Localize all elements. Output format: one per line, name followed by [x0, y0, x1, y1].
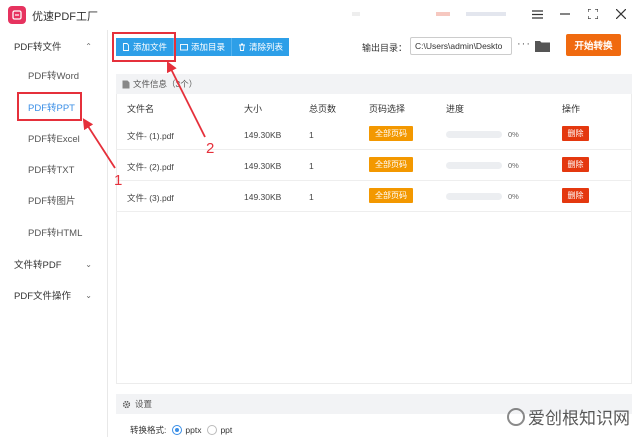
start-convert-button[interactable]: 开始转换	[566, 34, 621, 56]
column-header: 大小	[244, 104, 263, 114]
delete-button[interactable]: 删除	[562, 126, 589, 141]
sidebar-group-file-to-pdf[interactable]: 文件转PDF ⌄	[0, 253, 108, 275]
open-folder-icon[interactable]	[535, 39, 550, 52]
radio-pptx[interactable]	[172, 425, 183, 435]
radio-ppt-label[interactable]: ppt	[220, 425, 232, 435]
add-folder-button[interactable]: 添加目录	[174, 38, 233, 56]
file-size: 149.30KB	[244, 130, 282, 140]
maximize-icon[interactable]	[586, 6, 600, 22]
page-select-button[interactable]: 全部页码	[369, 126, 413, 141]
folder-icon	[180, 44, 188, 51]
delete-button[interactable]: 删除	[562, 188, 589, 203]
title-decoration	[352, 12, 360, 16]
chevron-down-icon: ⌄	[85, 259, 92, 269]
watermark-logo-icon	[507, 407, 525, 426]
annotation-highlight-box	[112, 32, 176, 62]
progress-bar	[446, 162, 502, 169]
table-row[interactable]: 文件- (2).pdf 149.30KB 1 全部页码 0% 删除	[116, 151, 632, 181]
sidebar-item-label: PDF转图片	[28, 196, 76, 207]
trash-icon	[239, 43, 246, 51]
sidebar-group-pdf-to-file[interactable]: PDF转文件 ⌃	[0, 35, 108, 57]
file-size: 149.30KB	[244, 161, 282, 171]
sidebar-item-label: PDF转TXT	[28, 165, 75, 176]
clear-list-label: 清除列表	[249, 42, 284, 52]
format-selector: 转换格式: pptx ppt	[130, 424, 232, 436]
annotation-highlight-box	[17, 92, 82, 121]
title-decoration	[436, 12, 450, 16]
format-label: 转换格式:	[130, 425, 167, 435]
sidebar-item-pdf-to-image[interactable]: PDF转图片	[0, 189, 108, 211]
sidebar-item-pdf-to-txt[interactable]: PDF转TXT	[0, 158, 108, 180]
page-select-button[interactable]: 全部页码	[369, 157, 413, 172]
annotation-step-1: 1	[114, 172, 123, 189]
settings-label: 设置	[135, 399, 153, 409]
table-row[interactable]: 文件- (3).pdf 149.30KB 1 全部页码 0% 删除	[116, 182, 632, 212]
close-icon[interactable]	[614, 6, 628, 22]
progress-percent: 0%	[508, 192, 519, 201]
table-header: 文件名 大小 总页数 页码选择 进度 操作	[116, 96, 632, 118]
document-icon	[122, 80, 130, 88]
file-name: 文件- (1).pdf	[127, 131, 174, 141]
sidebar-group-pdf-operations[interactable]: PDF文件操作 ⌄	[0, 284, 108, 306]
app-title: 优速PDF工厂	[32, 11, 98, 23]
page-count: 1	[309, 161, 314, 171]
page-count: 1	[309, 130, 314, 140]
file-info-label: 文件信息（3个）	[133, 79, 198, 89]
sidebar-group-label: PDF文件操作	[14, 291, 72, 302]
radio-pptx-label[interactable]: pptx	[185, 425, 201, 435]
annotation-step-2: 2	[206, 140, 215, 157]
column-header: 总页数	[309, 104, 337, 114]
output-dir-label: 输出目录：	[362, 43, 408, 53]
column-header: 操作	[562, 104, 581, 114]
delete-button[interactable]: 删除	[562, 157, 589, 172]
watermark-text: 爱创根知识网	[528, 409, 630, 428]
title-bar: 优速PDF工厂	[0, 0, 640, 30]
file-name: 文件- (2).pdf	[127, 162, 174, 172]
sidebar-item-pdf-to-html[interactable]: PDF转HTML	[0, 221, 108, 243]
sidebar-item-label: PDF转HTML	[28, 228, 83, 239]
table-row[interactable]: 文件- (1).pdf 149.30KB 1 全部页码 0% 删除	[116, 120, 632, 150]
gear-icon	[122, 400, 131, 408]
chevron-up-icon: ⌃	[85, 41, 92, 51]
column-header: 页码选择	[369, 104, 406, 114]
sidebar-item-label: PDF转Word	[28, 71, 80, 82]
sidebar-item-pdf-to-word[interactable]: PDF转Word	[0, 64, 108, 86]
radio-ppt[interactable]	[207, 425, 218, 435]
file-name: 文件- (3).pdf	[127, 193, 174, 203]
file-info-bar: 文件信息（3个）	[116, 74, 632, 94]
minimize-icon[interactable]	[558, 6, 572, 22]
app-logo-icon	[8, 6, 26, 24]
column-header: 文件名	[127, 104, 155, 114]
sidebar-group-label: PDF转文件	[14, 42, 62, 53]
chevron-down-icon: ⌄	[85, 290, 92, 300]
progress-percent: 0%	[508, 130, 519, 139]
add-folder-label: 添加目录	[191, 42, 226, 52]
sidebar-item-pdf-to-excel[interactable]: PDF转Excel	[0, 127, 108, 149]
watermark: 爱创根知识网	[507, 404, 630, 429]
progress-percent: 0%	[508, 161, 519, 170]
sidebar-item-label: PDF转Excel	[28, 134, 80, 145]
progress-bar	[446, 193, 502, 200]
column-header: 进度	[446, 104, 465, 114]
page-select-button[interactable]: 全部页码	[369, 188, 413, 203]
progress-bar	[446, 131, 502, 138]
file-size: 149.30KB	[244, 192, 282, 202]
clear-list-button[interactable]: 清除列表	[232, 38, 290, 56]
more-options-button[interactable]: ···	[517, 38, 531, 50]
output-dir-input[interactable]: C:\Users\admin\Deskto	[410, 37, 512, 55]
page-count: 1	[309, 192, 314, 202]
title-decoration	[466, 12, 506, 16]
hamburger-icon[interactable]	[530, 6, 544, 22]
sidebar-group-label: 文件转PDF	[14, 260, 62, 271]
